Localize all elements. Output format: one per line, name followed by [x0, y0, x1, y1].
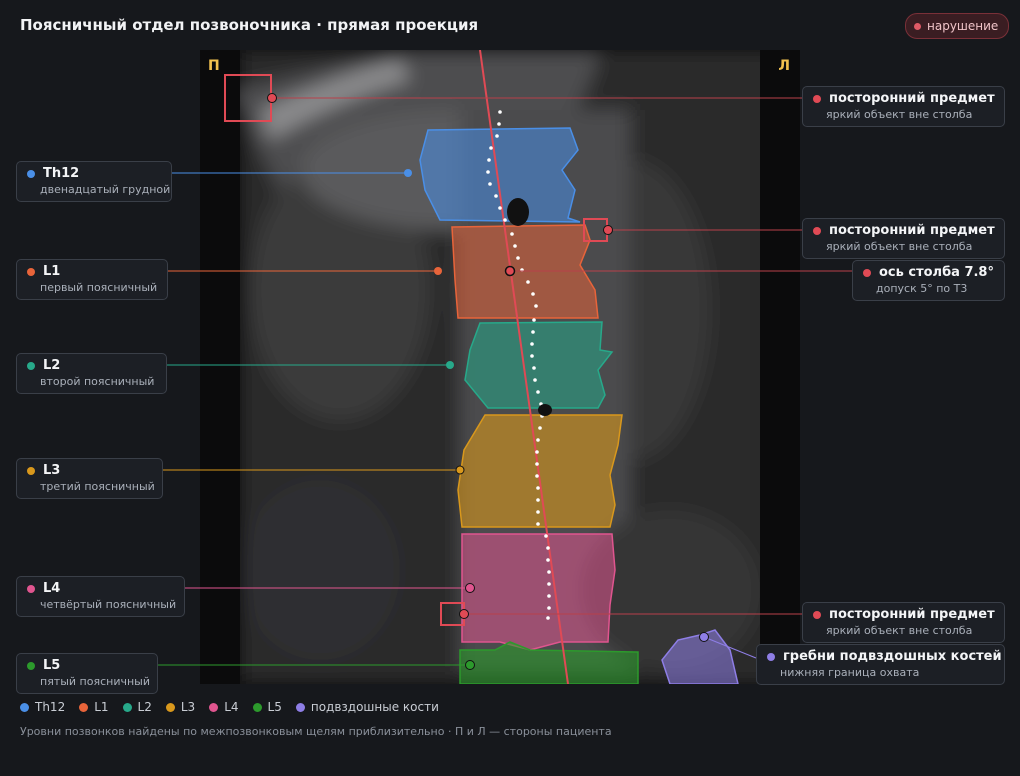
label-l5-name: L5 [43, 658, 61, 673]
finding-name: посторонний предмет [829, 223, 995, 238]
label-l5-desc: пятый поясничный [40, 675, 150, 688]
legend-item-l3: L3 [165, 700, 196, 714]
finding-name: посторонний предмет [829, 91, 995, 106]
footnote: Уровни позвонков найдены по межпозвонков… [20, 725, 612, 738]
legend-dot-icon [252, 702, 262, 712]
legend-label: L1 [94, 700, 109, 714]
finding-desc: яркий объект вне столба [826, 624, 973, 637]
legend-label: L3 [180, 700, 196, 714]
label-l1[interactable]: L1 первый поясничный [16, 259, 168, 300]
l5-dot-icon [27, 661, 35, 670]
disc-gap [538, 404, 552, 416]
legend-dot-icon [79, 702, 89, 712]
legend-dot-icon [122, 702, 132, 712]
finding-desc: яркий объект вне столба [826, 240, 973, 253]
finding-desc: нижняя граница охвата [780, 666, 920, 679]
alert-dot-icon [863, 268, 871, 277]
status-badge: нарушение [905, 13, 1010, 39]
label-l5[interactable]: L5 пятый поясничный [16, 653, 158, 694]
label-iliac-crests[interactable]: гребни подвздошных костей нижняя граница… [756, 644, 1005, 685]
iliac-dot-icon [767, 652, 775, 661]
legend-item-th12: Th12 [20, 700, 65, 714]
page-title: Поясничный отдел позвоночника · прямая п… [20, 16, 479, 34]
label-foreign-object-3[interactable]: посторонний предмет яркий объект вне сто… [802, 602, 1005, 643]
legend-label: L2 [137, 700, 152, 714]
l2-dot-icon [27, 361, 35, 370]
label-l3-desc: третий поясничный [40, 480, 155, 493]
legend-item-l4: L4 [209, 700, 239, 714]
legend-label: Th12 [35, 700, 66, 714]
finding-desc: яркий объект вне столба [826, 108, 973, 121]
iliac-crest-mask [661, 629, 739, 684]
foreign-object-box-3 [440, 602, 465, 626]
disc-gap [507, 198, 529, 226]
finding-name: ось столба 7.8° [879, 265, 994, 280]
finding-name: гребни подвздошных костей [783, 649, 1002, 664]
label-spine-axis[interactable]: ось столба 7.8° допуск 5° по Т3 [852, 260, 1005, 301]
legend: Th12 L1 L2 L3 L4 L5 подвздошные кости [20, 700, 439, 714]
vertebra-l3-mask [457, 414, 623, 528]
th12-dot-icon [27, 169, 35, 178]
label-l2-desc: второй поясничный [40, 375, 155, 388]
label-th12-desc: двенадцатый грудной [40, 183, 171, 196]
legend-label: подвздошные кости [310, 700, 439, 714]
alert-dot-icon [813, 610, 821, 619]
l1-dot-icon [27, 267, 35, 276]
alert-dot-icon [914, 22, 921, 30]
l3-dot-icon [27, 466, 35, 475]
label-l1-desc: первый поясничный [40, 281, 158, 294]
xray-image: П Л [200, 50, 800, 684]
finding-desc: допуск 5° по Т3 [876, 282, 968, 295]
l4-dot-icon [27, 584, 35, 593]
vertebra-l2-mask [464, 321, 614, 409]
vertebra-l1-mask [451, 224, 599, 319]
foreign-object-box-1 [224, 74, 272, 122]
legend-dot-icon [295, 702, 305, 712]
legend-dot-icon [165, 702, 175, 712]
legend-dot-icon [20, 702, 29, 712]
legend-label: L5 [267, 700, 282, 714]
label-l1-name: L1 [43, 264, 61, 279]
status-badge-label: нарушение [927, 19, 999, 33]
legend-item-l2: L2 [122, 700, 152, 714]
vertebra-l4-mask [461, 533, 616, 651]
legend-item-iliac: подвздошные кости [295, 700, 439, 714]
side-marker-left: Л [778, 58, 790, 74]
label-l4-name: L4 [43, 581, 61, 596]
xray-overlay [224, 50, 739, 684]
label-foreign-object-1[interactable]: посторонний предмет яркий объект вне сто… [802, 86, 1005, 127]
finding-name: посторонний предмет [829, 607, 995, 622]
label-l4-desc: четвёртый поясничный [40, 598, 177, 611]
label-l4[interactable]: L4 четвёртый поясничный [16, 576, 185, 617]
label-th12-name: Th12 [43, 166, 80, 181]
legend-dot-icon [209, 702, 219, 712]
label-l3-name: L3 [43, 463, 61, 478]
label-foreign-object-2[interactable]: посторонний предмет яркий объект вне сто… [802, 218, 1005, 259]
side-marker-right: П [208, 58, 220, 74]
vertebra-l5-mask [459, 641, 639, 684]
legend-label: L4 [224, 700, 239, 714]
label-l2[interactable]: L2 второй поясничный [16, 353, 167, 394]
label-th12[interactable]: Th12 двенадцатый грудной [16, 161, 172, 202]
legend-item-l5: L5 [252, 700, 282, 714]
alert-dot-icon [813, 226, 821, 235]
label-l2-name: L2 [43, 358, 61, 373]
alert-dot-icon [813, 94, 821, 103]
label-l3[interactable]: L3 третий поясничный [16, 458, 163, 499]
legend-item-l1: L1 [79, 700, 109, 714]
